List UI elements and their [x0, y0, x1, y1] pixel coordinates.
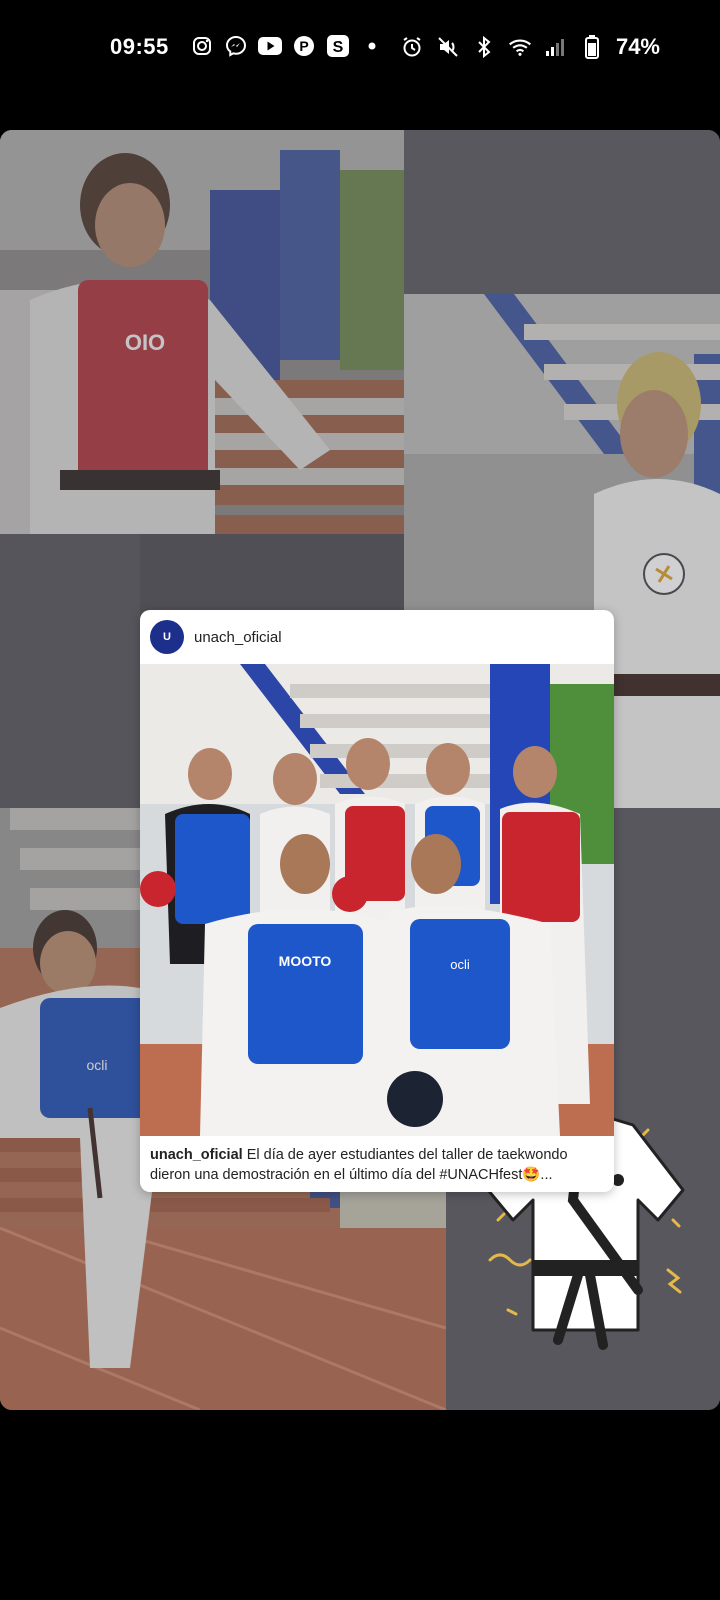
dot-icon: [360, 34, 384, 58]
grey-tile-top-right: [404, 130, 720, 294]
status-bar: 09:55 P S 74%: [0, 0, 720, 96]
svg-text:ocli: ocli: [450, 957, 470, 972]
story-canvas[interactable]: ΟΙΟ ocli U unach_oficial MOOTO ocli unac…: [0, 130, 720, 1410]
youtube-icon: [258, 34, 282, 58]
post-username[interactable]: unach_oficial: [194, 629, 282, 646]
system-icons: 74%: [400, 34, 660, 60]
battery-percent: 74%: [615, 34, 660, 59]
svg-text:P: P: [299, 38, 308, 54]
notification-icons: P S: [190, 34, 384, 58]
avatar-initial: U: [163, 631, 171, 643]
skype-icon: S: [326, 34, 350, 58]
bluetooth-icon: [472, 35, 496, 59]
shared-post-card[interactable]: U unach_oficial MOOTO ocli unach_oficial…: [140, 610, 614, 1192]
post-caption[interactable]: unach_oficial El día de ayer estudiantes…: [150, 1145, 606, 1185]
photo-tint: [0, 130, 404, 534]
instagram-icon: [190, 34, 214, 58]
pinterest-icon: P: [292, 34, 316, 58]
caption-username[interactable]: unach_oficial: [150, 1147, 243, 1163]
alarm-icon: [400, 35, 424, 59]
post-header[interactable]: U unach_oficial: [140, 610, 614, 664]
svg-text:S: S: [333, 39, 344, 56]
background-photo-top-left: ΟΙΟ: [0, 130, 404, 534]
mute-icon: [436, 35, 460, 59]
messenger-icon: [224, 34, 248, 58]
clock: 09:55: [110, 34, 169, 59]
svg-text:MOOTO: MOOTO: [279, 953, 332, 969]
battery-icon: [580, 35, 604, 59]
wifi-icon: [508, 35, 532, 59]
avatar[interactable]: U: [150, 620, 184, 654]
signal-icon: [544, 35, 568, 59]
grey-tile-left: [0, 534, 140, 810]
post-photo[interactable]: MOOTO ocli: [140, 664, 614, 1136]
